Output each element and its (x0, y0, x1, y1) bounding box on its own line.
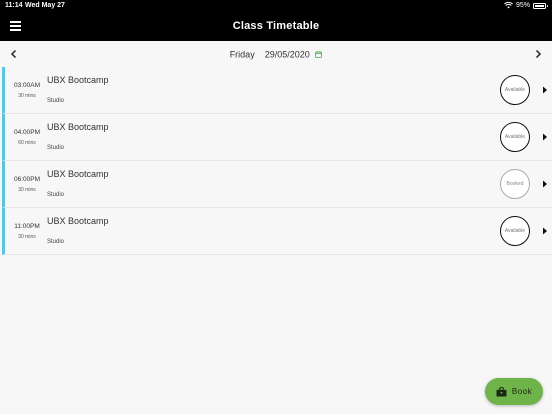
class-row[interactable]: 06:00PM 30 mins UBX Bootcamp Studio Book… (2, 161, 552, 208)
status-badge[interactable]: Available (500, 122, 530, 152)
class-location: Studio (47, 239, 65, 245)
status-time: 11:14 (5, 2, 23, 9)
app-bar: Class Timetable (0, 12, 552, 41)
class-name: UBX Bootcamp (47, 75, 109, 85)
class-duration: 30 mins (18, 187, 36, 193)
briefcase-icon (496, 386, 507, 397)
date-display[interactable]: Friday 29/05/2020 (0, 49, 552, 60)
date-navigation: Friday 29/05/2020 (0, 41, 552, 67)
class-name: UBX Bootcamp (47, 216, 109, 226)
class-location: Studio (47, 98, 65, 104)
status-right: 95% (504, 2, 548, 9)
chevron-right-icon[interactable] (532, 48, 544, 60)
play-arrow-icon[interactable] (542, 227, 548, 235)
book-button[interactable]: Book (485, 378, 543, 405)
book-button-label: Book (511, 387, 533, 396)
class-list: 03:00AM 30 mins UBX Bootcamp Studio Avai… (2, 67, 552, 255)
class-row[interactable]: 03:00AM 30 mins UBX Bootcamp Studio Avai… (2, 67, 552, 114)
class-row[interactable]: 04:00PM 60 mins UBX Bootcamp Studio Avai… (2, 114, 552, 161)
status-badge[interactable]: Booked (500, 169, 530, 199)
class-location: Studio (47, 192, 65, 198)
class-name: UBX Bootcamp (47, 169, 109, 179)
battery-icon (533, 2, 548, 9)
class-time: 03:00AM (13, 82, 41, 89)
status-badge[interactable]: Available (500, 216, 530, 246)
class-name: UBX Bootcamp (47, 122, 109, 132)
play-arrow-icon[interactable] (542, 180, 548, 188)
class-duration: 30 mins (18, 93, 36, 99)
class-duration: 30 mins (18, 234, 36, 240)
play-arrow-icon[interactable] (542, 133, 548, 141)
class-time: 06:00PM (13, 176, 41, 183)
battery-percent: 95% (515, 2, 530, 9)
calendar-icon[interactable] (315, 51, 323, 59)
date-value: 29/05/2020 (264, 49, 310, 60)
status-bar: 11:14 Wed May 27 95% (0, 0, 552, 12)
status-badge[interactable]: Available (500, 75, 530, 105)
class-time: 11:00PM (14, 223, 40, 230)
wifi-icon (504, 2, 513, 9)
play-arrow-icon[interactable] (542, 86, 548, 94)
class-time: 04:00PM (13, 129, 41, 136)
page-title: Class Timetable (232, 20, 320, 32)
status-date: Wed May 27 (25, 2, 65, 9)
class-location: Studio (47, 145, 65, 151)
class-duration: 60 mins (18, 140, 36, 146)
date-day: Friday (229, 49, 255, 60)
class-row[interactable]: 11:00PM 30 mins UBX Bootcamp Studio Avai… (2, 208, 552, 255)
